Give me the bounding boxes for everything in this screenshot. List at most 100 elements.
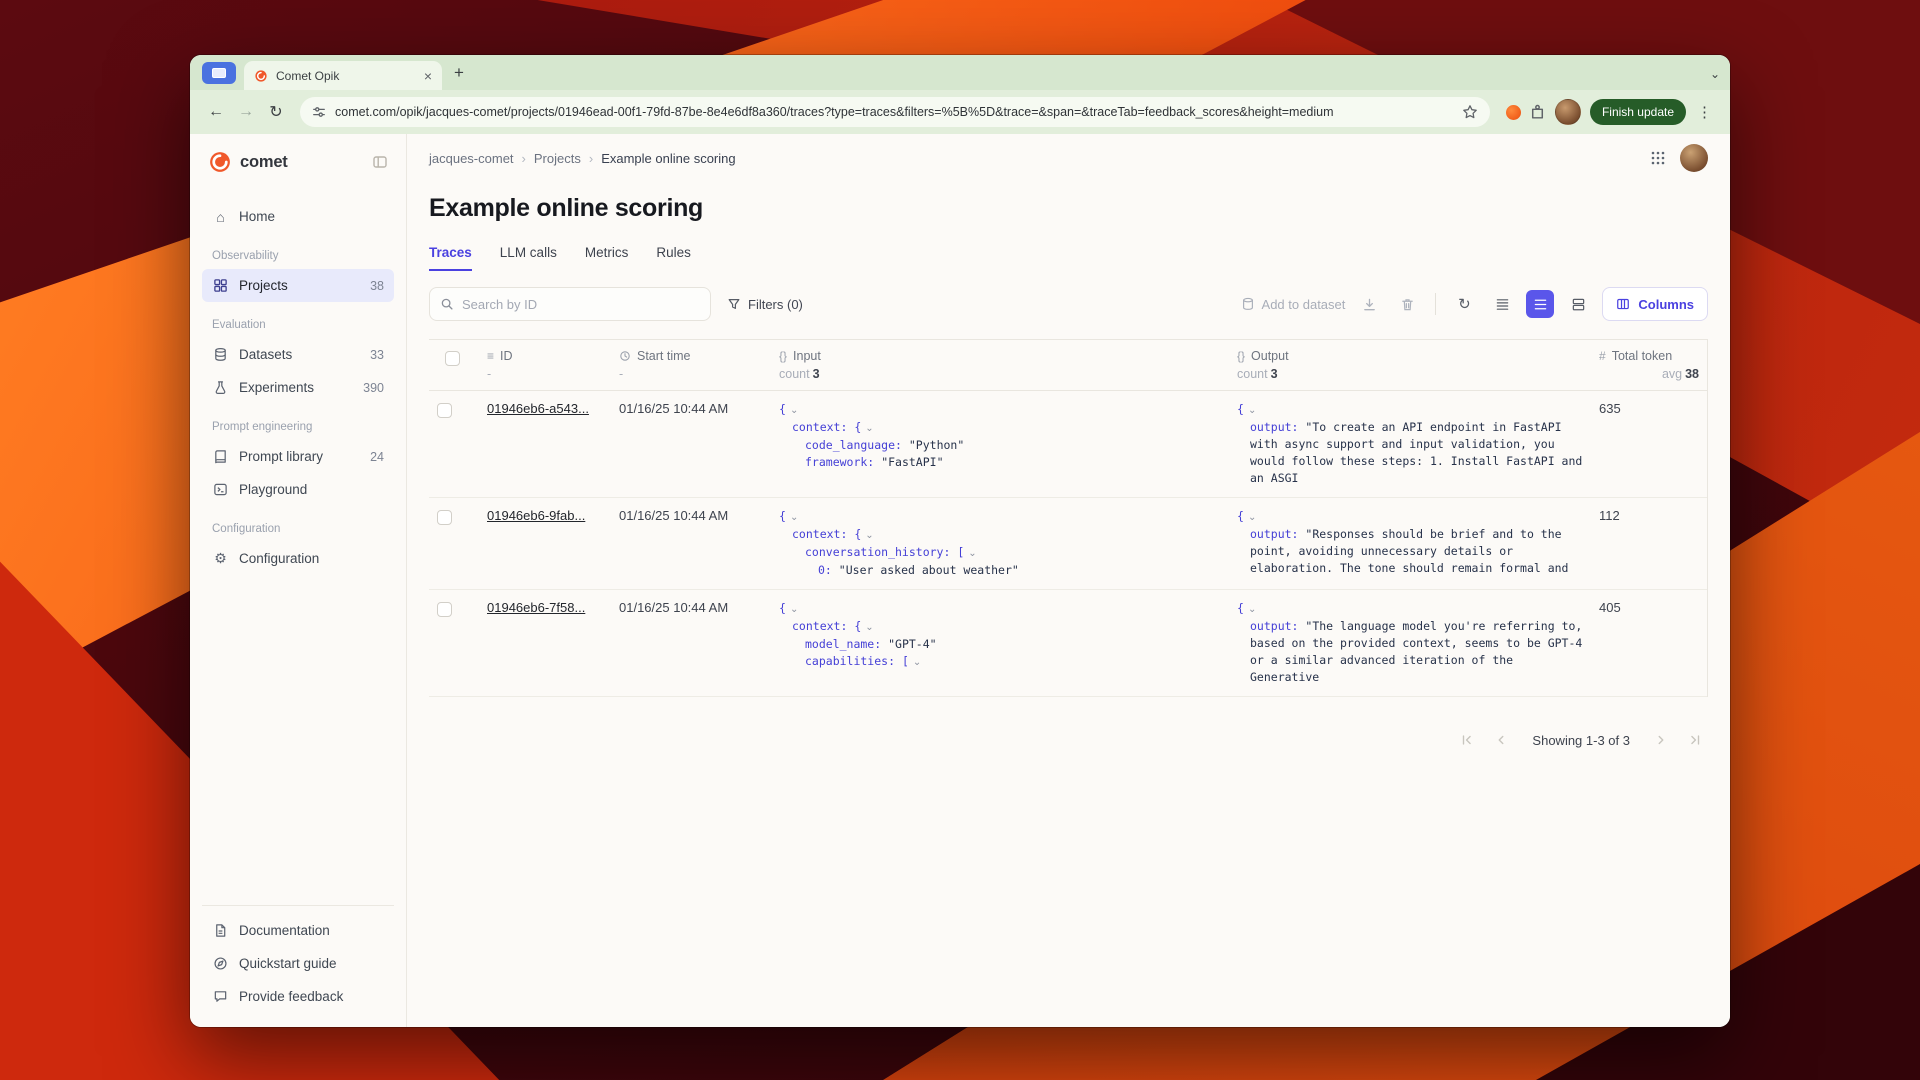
chevron-down-icon[interactable]: ⌄ (790, 512, 798, 523)
sidebar-item-playground[interactable]: Playground (202, 473, 394, 506)
tab-title: Comet Opik (276, 69, 416, 83)
trace-output-cell[interactable]: {⌄ output: "To create an API endpoint in… (1229, 401, 1591, 487)
trace-output-cell[interactable]: {⌄ output: "The language model you're re… (1229, 600, 1591, 686)
trace-id-link[interactable]: 01946eb6-7f58... (487, 600, 603, 615)
row-height-large-button[interactable] (1564, 290, 1592, 318)
column-header-input[interactable]: {}Input count3 (771, 349, 1229, 381)
chevron-right-icon: › (589, 151, 593, 166)
tab-metrics[interactable]: Metrics (585, 245, 629, 271)
delete-button[interactable] (1393, 290, 1421, 318)
bookmark-star-icon[interactable] (1462, 104, 1478, 120)
sidebar-item-prompt-library[interactable]: Prompt library 24 (202, 440, 394, 473)
tab-traces[interactable]: Traces (429, 245, 472, 271)
sidebar-item-count: 38 (370, 279, 384, 293)
column-header-start-time[interactable]: Start time - (611, 349, 771, 381)
chevron-down-icon[interactable]: ⌄ (865, 622, 873, 633)
select-all-checkbox[interactable] (445, 351, 460, 366)
sidebar-item-label: Datasets (239, 347, 292, 362)
browser-tab-strip: Comet Opik × + ⌄ (190, 55, 1730, 90)
address-bar[interactable]: comet.com/opik/jacques-comet/projects/01… (300, 97, 1490, 127)
table-row[interactable]: 01946eb6-7f58... 01/16/25 10:44 AM {⌄ co… (429, 590, 1707, 697)
terminal-icon (212, 482, 229, 497)
table-row[interactable]: 01946eb6-a543... 01/16/25 10:44 AM {⌄ co… (429, 391, 1707, 498)
row-height-small-button[interactable] (1488, 290, 1516, 318)
trace-input-cell[interactable]: {⌄ context: {⌄ model_name: "GPT-4" capab… (771, 600, 1229, 671)
trace-id-link[interactable]: 01946eb6-9fab... (487, 508, 603, 523)
sidebar-item-home[interactable]: ⌂ Home (202, 200, 394, 233)
user-avatar[interactable] (1680, 144, 1708, 172)
breadcrumb-projects[interactable]: Projects (534, 151, 581, 166)
chevron-down-icon[interactable]: ⌄ (1248, 405, 1256, 416)
tab-llm-calls[interactable]: LLM calls (500, 245, 557, 271)
browser-profile-avatar[interactable] (1555, 99, 1581, 125)
main-content: jacques-comet › Projects › Example onlin… (407, 134, 1730, 1027)
column-header-total-tokens[interactable]: #Total token avg38 (1591, 349, 1707, 381)
finish-update-button[interactable]: Finish update (1590, 99, 1686, 125)
column-header-id[interactable]: ≡ID - (479, 349, 611, 381)
chevron-down-icon[interactable]: ⌄ (968, 548, 976, 559)
sidebar-item-projects[interactable]: Projects 38 (202, 269, 394, 302)
sidebar-collapse-icon[interactable] (372, 154, 388, 170)
chevron-down-icon[interactable]: ⌄ (913, 657, 921, 668)
trace-total-tokens: 112 (1591, 508, 1707, 523)
trace-start-time: 01/16/25 10:44 AM (611, 600, 771, 615)
trace-id-link[interactable]: 01946eb6-a543... (487, 401, 603, 416)
sidebar-item-quickstart[interactable]: Quickstart guide (202, 947, 394, 980)
sidebar-item-label: Playground (239, 482, 307, 497)
breadcrumb-workspace[interactable]: jacques-comet (429, 151, 514, 166)
refresh-button[interactable]: ↻ (1450, 290, 1478, 318)
chevron-down-icon[interactable]: ⌄ (865, 423, 873, 434)
sidebar-item-feedback[interactable]: Provide feedback (202, 980, 394, 1013)
tab-group-chip[interactable] (202, 62, 236, 84)
first-page-button[interactable] (1454, 727, 1480, 753)
breadcrumb-current: Example online scoring (601, 151, 735, 166)
chevron-down-icon[interactable]: ⌄ (1248, 604, 1256, 615)
apps-grid-icon[interactable] (1650, 150, 1666, 166)
database-icon (1241, 297, 1255, 311)
braces-icon: {} (779, 349, 787, 363)
reload-button[interactable]: ↻ (262, 98, 290, 126)
add-to-dataset-button[interactable]: Add to dataset (1241, 297, 1346, 312)
sidebar-item-count: 390 (363, 381, 384, 395)
table-row[interactable]: 01946eb6-9fab... 01/16/25 10:44 AM {⌄ co… (429, 498, 1707, 590)
comet-logo-icon (208, 150, 232, 174)
close-icon[interactable]: × (424, 69, 432, 83)
forward-button[interactable]: → (232, 98, 260, 126)
sidebar-item-datasets[interactable]: Datasets 33 (202, 338, 394, 371)
chevron-down-icon[interactable]: ⌄ (790, 604, 798, 615)
tab-rules[interactable]: Rules (656, 245, 691, 271)
previous-page-button[interactable] (1488, 727, 1514, 753)
row-checkbox[interactable] (437, 510, 452, 525)
browser-tab[interactable]: Comet Opik × (244, 61, 442, 90)
back-button[interactable]: ← (202, 98, 230, 126)
new-tab-button[interactable]: + (454, 64, 464, 81)
chevron-down-icon[interactable]: ⌄ (865, 530, 873, 541)
export-download-button[interactable] (1355, 290, 1383, 318)
trace-input-cell[interactable]: {⌄ context: {⌄ conversation_history: [⌄ … (771, 508, 1229, 579)
filters-button[interactable]: Filters (0) (727, 297, 803, 312)
trace-total-tokens: 405 (1591, 600, 1707, 615)
chevron-down-icon[interactable]: ⌄ (790, 405, 798, 416)
next-page-button[interactable] (1648, 727, 1674, 753)
sidebar-item-documentation[interactable]: Documentation (202, 914, 394, 947)
sidebar-item-experiments[interactable]: Experiments 390 (202, 371, 394, 404)
search-input[interactable] (462, 297, 700, 312)
search-box[interactable] (429, 287, 711, 321)
trace-input-cell[interactable]: {⌄ context: {⌄ code_language: "Python" f… (771, 401, 1229, 471)
column-header-output[interactable]: {}Output count3 (1229, 349, 1591, 381)
columns-button[interactable]: Columns (1602, 287, 1708, 321)
chevron-down-icon[interactable]: ⌄ (1248, 512, 1256, 523)
tab-list-chevron-icon[interactable]: ⌄ (1710, 67, 1720, 81)
trace-output-cell[interactable]: {⌄ output: "Responses should be brief an… (1229, 508, 1591, 577)
row-checkbox[interactable] (437, 602, 452, 617)
sidebar-item-configuration[interactable]: ⚙ Configuration (202, 542, 394, 575)
extensions-puzzle-icon[interactable] (1529, 104, 1546, 121)
browser-menu-icon[interactable]: ⋮ (1688, 103, 1718, 121)
url-text[interactable]: comet.com/opik/jacques-comet/projects/01… (335, 105, 1453, 119)
row-height-medium-button[interactable] (1526, 290, 1554, 318)
comet-extension-icon[interactable] (1506, 105, 1521, 120)
site-settings-icon[interactable] (312, 105, 326, 119)
last-page-button[interactable] (1682, 727, 1708, 753)
page-tabs: Traces LLM calls Metrics Rules (429, 245, 1708, 271)
row-checkbox[interactable] (437, 403, 452, 418)
